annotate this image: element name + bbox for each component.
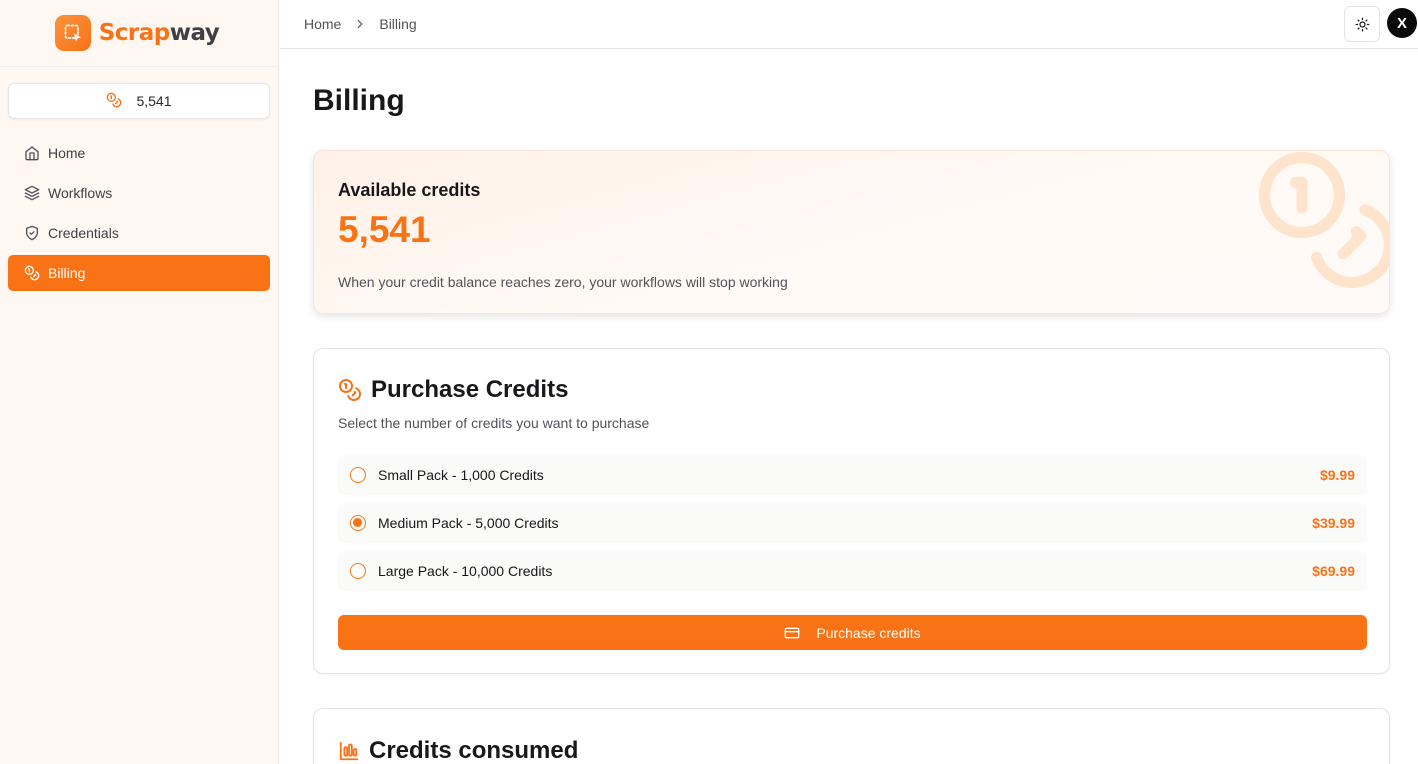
home-icon	[25, 146, 39, 161]
sidebar-item-billing[interactable]: Billing	[8, 255, 270, 291]
sidebar-item-label: Billing	[48, 265, 86, 281]
pack-price: $39.99	[1312, 515, 1355, 531]
sidebar-item-workflows[interactable]: Workflows	[8, 175, 270, 211]
purchase-credits-subtitle: Select the number of credits you want to…	[338, 415, 650, 431]
breadcrumb-home[interactable]: Home	[304, 16, 341, 32]
shield-check-icon	[26, 225, 38, 241]
logo-text: Scrapway	[98, 20, 220, 46]
pack-option-large[interactable]: Large Pack - 10,000 Credits $69.99	[338, 551, 1367, 591]
credits-consumed-card: Credits consumed	[313, 708, 1390, 764]
sidebar-item-home[interactable]: Home	[8, 135, 270, 171]
pack-option-medium[interactable]: Medium Pack - 5,000 Credits $39.99	[338, 503, 1367, 543]
sidebar: Scrapway 5,541 Home Workflows Credential…	[0, 0, 279, 764]
sidebar-item-label: Credentials	[48, 225, 119, 241]
available-credits-note: When your credit balance reaches zero, y…	[338, 274, 788, 290]
credits-consumed-title: Credits consumed	[338, 737, 578, 764]
pack-price: $69.99	[1312, 563, 1355, 579]
pack-price: $9.99	[1319, 467, 1355, 483]
top-bar: Home Billing X	[280, 0, 1418, 49]
available-credits-value: 5,541	[338, 209, 431, 250]
pack-label: Small Pack - 1,000 Credits	[378, 467, 544, 483]
pack-option-small[interactable]: Small Pack - 1,000 Credits $9.99	[338, 455, 1367, 495]
purchase-credits-button[interactable]: Purchase credits	[338, 615, 1367, 650]
bar-chart-icon	[339, 741, 359, 761]
pack-label: Large Pack - 10,000 Credits	[378, 563, 553, 579]
breadcrumb: Home Billing	[304, 16, 417, 32]
coins-icon	[339, 379, 361, 401]
pack-radio-large[interactable]	[350, 563, 366, 579]
purchase-credits-title: Purchase Credits	[338, 376, 568, 404]
sidebar-item-credentials[interactable]: Credentials	[8, 215, 270, 251]
scrapway-logo-icon	[54, 15, 91, 51]
coins-background-icon	[1258, 151, 1389, 289]
credits-balance-pill[interactable]: 5,541	[8, 83, 270, 119]
sidebar-item-label: Workflows	[48, 185, 113, 201]
user-avatar[interactable]: X	[1387, 8, 1417, 38]
sun-icon	[1355, 17, 1369, 31]
breadcrumb-billing: Billing	[379, 16, 417, 32]
available-credits-label: Available credits	[338, 180, 481, 200]
pack-radio-small[interactable]	[350, 467, 366, 483]
available-credits-card: Available credits 5,541 When your credit…	[313, 150, 1390, 314]
layers-icon	[24, 185, 40, 201]
credit-card-icon	[785, 627, 800, 638]
credits-consumed-heading: Credits consumed	[369, 737, 579, 764]
logo[interactable]: Scrapway	[0, 0, 278, 67]
chevron-right-icon	[358, 19, 363, 29]
pack-label: Medium Pack - 5,000 Credits	[378, 515, 559, 531]
theme-toggle-button[interactable]	[1344, 6, 1380, 42]
sidebar-item-label: Home	[48, 145, 86, 161]
sidebar-nav: Home Workflows Credentials Billing	[8, 135, 270, 295]
coins-icon	[24, 265, 40, 281]
purchase-credits-card: Purchase Credits Select the number of cr…	[313, 348, 1390, 674]
page-title: Billing	[313, 84, 405, 117]
credits-balance-value: 5,541	[136, 93, 172, 109]
purchase-credits-button-label: Purchase credits	[816, 624, 921, 641]
pack-radio-medium[interactable]	[350, 515, 366, 531]
coins-icon	[106, 92, 122, 111]
purchase-credits-heading: Purchase Credits	[371, 376, 569, 403]
